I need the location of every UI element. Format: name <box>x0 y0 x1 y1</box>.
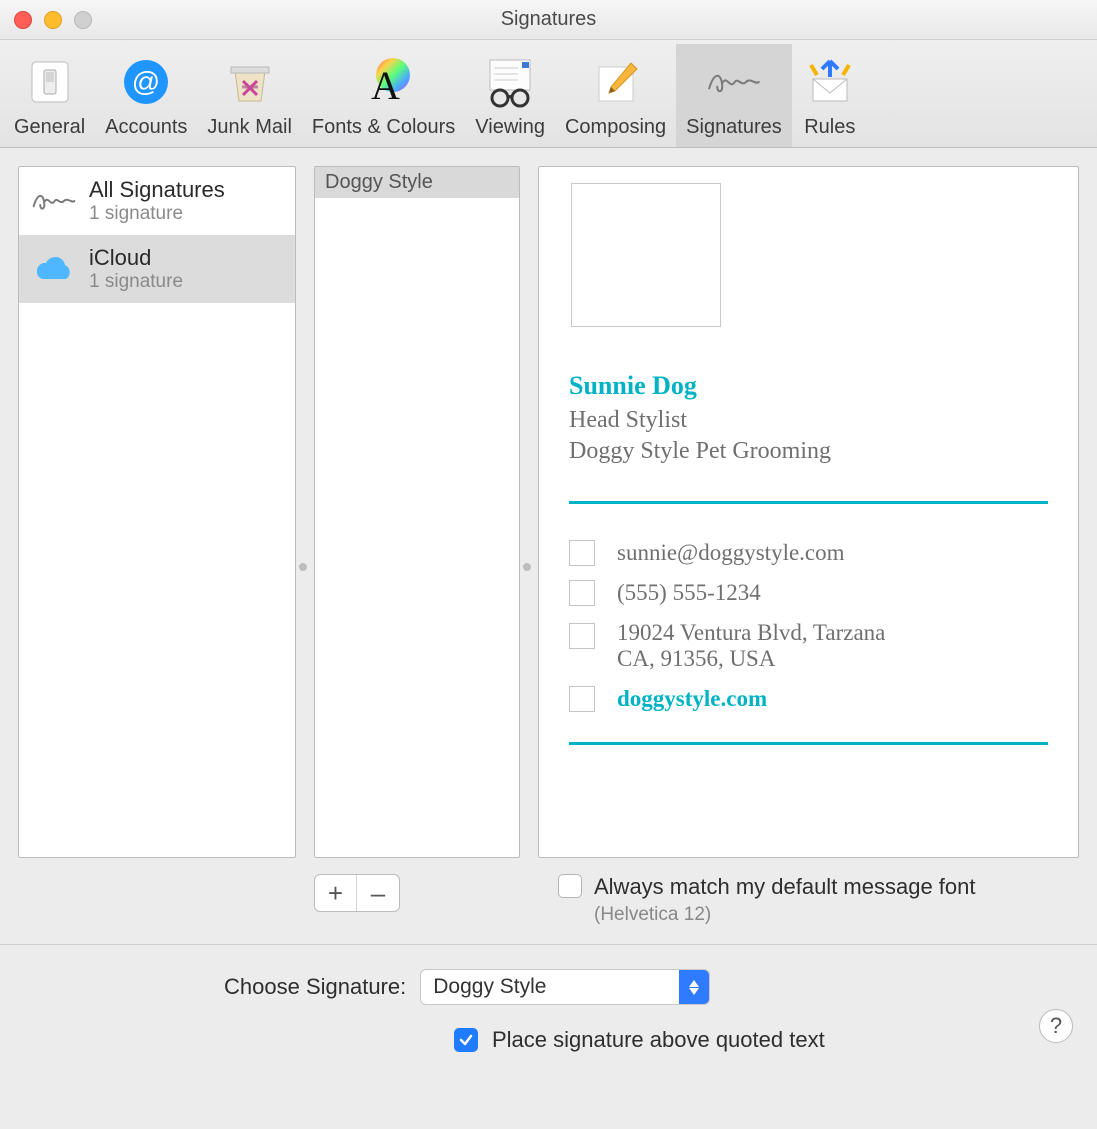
tab-label: Signatures <box>686 116 782 139</box>
match-font-row: Always match my default message font (He… <box>558 874 976 926</box>
signature-address-line: 19024 Ventura Blvd, Tarzana CA, 91356, U… <box>569 620 1048 672</box>
accounts-panel: All Signatures 1 signature iCloud 1 sign… <box>18 166 296 858</box>
svg-text:@: @ <box>132 66 160 97</box>
signature-phone-line: (555) 555-1234 <box>569 580 1048 606</box>
email-icon <box>569 540 595 566</box>
composing-icon <box>588 54 644 110</box>
rules-icon <box>802 54 858 110</box>
tab-composing[interactable]: Composing <box>555 44 676 147</box>
signature-role: Head Stylist <box>569 407 1048 434</box>
titlebar: Signatures <box>0 0 1097 40</box>
signature-website-line: doggystyle.com <box>569 686 1048 712</box>
help-button[interactable]: ? <box>1039 1009 1073 1043</box>
tab-label: Fonts & Colours <box>312 116 455 139</box>
signature-icon <box>31 178 77 224</box>
account-row-icloud[interactable]: iCloud 1 signature <box>19 235 295 303</box>
tab-label: Accounts <box>105 116 187 139</box>
svg-text:A: A <box>371 63 400 107</box>
viewing-icon <box>482 54 538 110</box>
match-font-hint: (Helvetica 12) <box>594 904 976 926</box>
general-icon <box>22 54 78 110</box>
signature-image-placeholder <box>571 183 721 327</box>
signature-address-1: 19024 Ventura Blvd, Tarzana <box>617 620 885 645</box>
signature-list-item[interactable]: Doggy Style <box>315 167 519 198</box>
choose-signature-row: Choose Signature: Doggy Style <box>224 969 1073 1005</box>
junk-mail-icon <box>222 54 278 110</box>
website-icon <box>569 686 595 712</box>
window-title: Signatures <box>0 8 1097 31</box>
signature-email-line: sunnie@doggystyle.com <box>569 540 1048 566</box>
icloud-icon <box>31 246 77 292</box>
tab-label: Rules <box>804 116 855 139</box>
signature-list-panel: Doggy Style <box>314 166 520 858</box>
signature-divider <box>569 501 1048 504</box>
remove-signature-button[interactable]: – <box>357 875 399 911</box>
main-content: All Signatures 1 signature iCloud 1 sign… <box>0 148 1097 874</box>
bottom-section: Choose Signature: Doggy Style Place sign… <box>0 944 1097 1053</box>
choose-signature-value: Doggy Style <box>433 975 546 999</box>
place-above-checkbox[interactable] <box>454 1028 478 1052</box>
tab-label: Junk Mail <box>207 116 291 139</box>
signature-divider <box>569 742 1048 745</box>
place-above-row: Place signature above quoted text <box>454 1027 1073 1053</box>
tab-signatures[interactable]: Signatures <box>676 44 792 147</box>
signature-preview-panel[interactable]: Sunnie Dog Head Stylist Doggy Style Pet … <box>538 166 1079 858</box>
add-signature-button[interactable]: + <box>315 875 357 911</box>
select-stepper-icon <box>679 970 709 1004</box>
tab-junk-mail[interactable]: Junk Mail <box>197 44 301 147</box>
choose-signature-select[interactable]: Doggy Style <box>420 969 710 1005</box>
match-font-label: Always match my default message font <box>594 874 976 900</box>
fonts-colours-icon: A <box>356 54 412 110</box>
add-remove-group: + – <box>314 874 400 912</box>
below-panels: + – Always match my default message font… <box>0 874 1097 926</box>
accounts-icon: @ <box>118 54 174 110</box>
account-subtitle: 1 signature <box>89 203 225 225</box>
tab-label: Composing <box>565 116 666 139</box>
signature-phone: (555) 555-1234 <box>617 580 761 606</box>
tab-label: Viewing <box>475 116 545 139</box>
account-subtitle: 1 signature <box>89 271 183 293</box>
account-title: All Signatures <box>89 177 225 203</box>
signature-company: Doggy Style Pet Grooming <box>569 438 1048 465</box>
splitter-handle[interactable] <box>299 563 307 571</box>
preferences-toolbar: General @ Accounts Junk Mail A <box>0 40 1097 148</box>
splitter-handle[interactable] <box>523 563 531 571</box>
address-icon <box>569 623 595 649</box>
signature-email: sunnie@doggystyle.com <box>617 540 845 566</box>
match-font-checkbox[interactable] <box>558 874 582 898</box>
signatures-icon <box>706 54 762 110</box>
signature-name: Sunnie Dog <box>569 371 1048 401</box>
tab-viewing[interactable]: Viewing <box>465 44 555 147</box>
tab-label: General <box>14 116 85 139</box>
tab-fonts-colours[interactable]: A Fonts & Colours <box>302 44 465 147</box>
choose-signature-label: Choose Signature: <box>224 974 406 1000</box>
place-above-label: Place signature above quoted text <box>492 1027 825 1053</box>
signature-website: doggystyle.com <box>617 686 767 712</box>
signature-address-2: CA, 91356, USA <box>617 646 775 671</box>
tab-general[interactable]: General <box>4 44 95 147</box>
tab-accounts[interactable]: @ Accounts <box>95 44 197 147</box>
phone-icon <box>569 580 595 606</box>
account-row-all-signatures[interactable]: All Signatures 1 signature <box>19 167 295 235</box>
account-title: iCloud <box>89 245 183 271</box>
tab-rules[interactable]: Rules <box>792 44 868 147</box>
